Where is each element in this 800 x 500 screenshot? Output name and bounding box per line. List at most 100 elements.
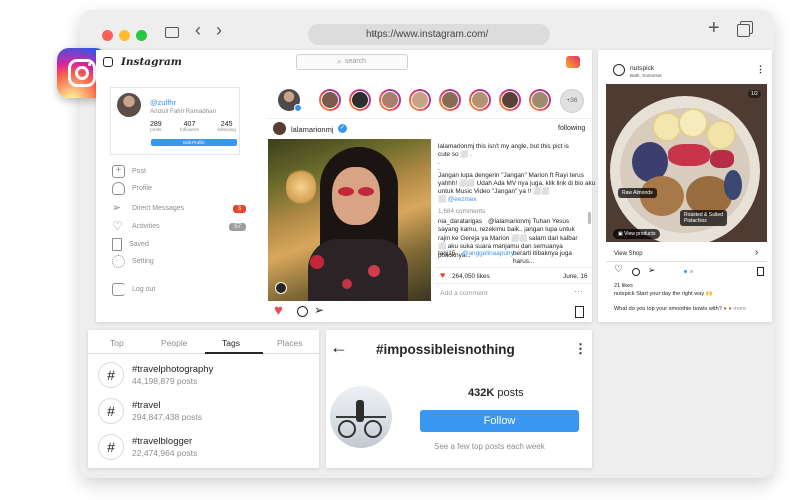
igtv-icon[interactable]	[566, 56, 580, 68]
close-window-button[interactable]	[102, 30, 113, 41]
profile-username[interactable]: @zulfhr	[150, 98, 176, 107]
story-avatar[interactable]	[349, 89, 371, 111]
sidebar-item-profile[interactable]: Profile	[112, 182, 250, 195]
story-avatar[interactable]	[439, 89, 461, 111]
likes-heart-icon: ♥	[440, 270, 446, 280]
posts-count-value: 432K	[468, 387, 495, 399]
product-tag-almonds[interactable]: Raw Almonds	[618, 188, 657, 198]
tabs-overview-icon[interactable]	[737, 24, 750, 37]
comment-text: berarti itibaknya juga harus...	[513, 250, 572, 266]
sidebar-item-setting[interactable]: Setting	[112, 255, 250, 268]
sidebar-item-label: Saved	[129, 241, 149, 248]
instagram-wordmark[interactable]: Instagram	[121, 56, 182, 68]
back-arrow-icon[interactable]: ←	[330, 337, 348, 358]
shop-divider	[606, 261, 767, 262]
post-image[interactable]	[268, 139, 431, 301]
story-avatar[interactable]	[379, 89, 401, 111]
story-avatar[interactable]	[469, 89, 491, 111]
ad-likes[interactable]: 21 likes	[614, 283, 633, 289]
search-icon: ⌕	[372, 29, 378, 39]
product-tag-pistachios[interactable]: Roasted & Salted Pistachios	[680, 210, 727, 226]
tab-people[interactable]: People	[161, 338, 187, 348]
ad-caption-user[interactable]: nutspick	[614, 291, 635, 297]
posts-count: 289	[150, 121, 162, 128]
post-username[interactable]: lalamarionmj	[291, 125, 334, 134]
sidebar-item-saved[interactable]: Saved	[112, 238, 250, 251]
chevron-right-icon[interactable]: ›	[755, 247, 758, 258]
more-options-icon[interactable]: ···	[574, 286, 583, 296]
user-icon	[112, 182, 125, 195]
list-item[interactable]: # #travelphotography 44,198,879 posts	[98, 362, 213, 388]
tabs-divider	[88, 353, 319, 354]
following-status[interactable]: following	[558, 125, 585, 132]
follow-button[interactable]: Follow	[420, 410, 579, 432]
comment-icon[interactable]	[632, 268, 640, 276]
tab-places[interactable]: Places	[277, 338, 303, 348]
following-label: following	[217, 128, 236, 133]
slide-counter: 1/2	[748, 90, 761, 98]
like-heart-icon[interactable]: ♡	[614, 264, 623, 275]
comment-icon[interactable]	[297, 306, 308, 317]
send-icon: ➢	[112, 202, 122, 214]
nutspick-avatar[interactable]	[613, 64, 625, 76]
comment-username[interactable]: tanj15	[438, 250, 455, 258]
likes-count[interactable]: 264,050 likes	[452, 273, 490, 280]
hashtag-post-count: 432K posts	[468, 387, 524, 399]
comment-mention[interactable]: @anggelinaaputry	[462, 250, 514, 258]
post-avatar[interactable]	[273, 122, 286, 135]
caption-scrollbar[interactable]	[588, 212, 591, 224]
carousel-dot-active	[684, 270, 687, 273]
story-avatar[interactable]	[409, 89, 431, 111]
story-avatar[interactable]	[529, 89, 551, 111]
save-bookmark-icon[interactable]	[757, 267, 764, 276]
comment-count[interactable]: 1,684 comments	[438, 208, 485, 216]
more-stories-button[interactable]: +36	[560, 89, 584, 113]
add-comment-input[interactable]: Add a comment	[440, 290, 488, 297]
address-url: https://www.instagram.com/	[366, 29, 489, 40]
view-products-button[interactable]: ▣ View products	[613, 229, 661, 239]
minimize-window-button[interactable]	[119, 30, 130, 41]
logout-button[interactable]: Log out	[112, 283, 250, 296]
story-avatar[interactable]	[319, 89, 341, 111]
like-heart-icon[interactable]: ♥	[274, 302, 283, 319]
tab-tags[interactable]: Tags	[222, 338, 240, 348]
sidebar-item-activities[interactable]: ♡ Activities 57	[112, 220, 250, 233]
messages-badge: 3	[232, 204, 246, 213]
ad-comment: What do you top your smoothie bowls with…	[614, 306, 764, 312]
save-bookmark-icon[interactable]	[575, 306, 584, 318]
camera-icon[interactable]	[103, 57, 113, 67]
tab-top[interactable]: Top	[110, 338, 124, 348]
heart-icon: ♡	[112, 219, 123, 233]
sidebar-toggle-icon[interactable]	[165, 27, 179, 38]
hashtag-subtitle: See a few top posts each week	[434, 442, 545, 451]
back-icon[interactable]: ‹	[195, 21, 201, 39]
share-send-icon[interactable]: ➢	[314, 303, 324, 317]
sidebar-item-label: Setting	[132, 258, 154, 265]
product-tag-line: Pistachios	[684, 218, 707, 224]
new-tab-icon[interactable]: +	[708, 18, 720, 38]
hashtag-top-post-image[interactable]	[330, 386, 392, 448]
add-story-icon[interactable]	[294, 104, 302, 112]
sidebar-item-direct-messages[interactable]: ➢ Direct Messages 3	[112, 202, 250, 215]
edit-profile-button[interactable]: Edit Profile	[151, 139, 237, 146]
tag-name: #travelblogger	[132, 436, 193, 447]
share-send-icon[interactable]: ➢	[648, 265, 656, 276]
sidebar-item-post[interactable]: + Post	[112, 165, 250, 178]
view-shop-link[interactable]: View Shop	[614, 251, 643, 257]
search-input[interactable]: ⌕ search	[296, 54, 408, 70]
more-options-icon[interactable]: ⋮	[574, 341, 587, 357]
tagged-user-icon[interactable]	[275, 282, 287, 294]
address-bar[interactable]: ⌕ https://www.instagram.com/	[308, 24, 550, 45]
carousel-dot	[690, 270, 693, 273]
ad-username[interactable]: nutspick	[630, 65, 654, 72]
more-link[interactable]: more	[733, 306, 746, 312]
story-avatar[interactable]	[499, 89, 521, 111]
avatar[interactable]	[117, 93, 141, 117]
forward-icon[interactable]: ›	[216, 21, 222, 39]
activities-badge: 57	[229, 222, 246, 231]
list-item[interactable]: # #travel 294,847,438 posts	[98, 398, 202, 424]
more-options-icon[interactable]: ⋮	[756, 64, 765, 75]
list-item[interactable]: # #travelblogger 22,474,964 posts	[98, 434, 197, 460]
profile-stats: 289 posts 407 followers 245 following	[150, 121, 236, 133]
maximize-window-button[interactable]	[136, 30, 147, 41]
